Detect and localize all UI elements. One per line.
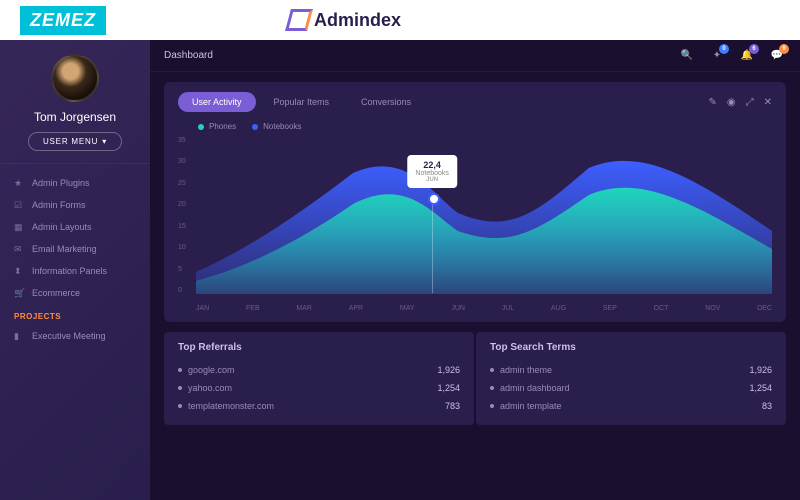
nav-ecommerce[interactable]: 🛒Ecommerce — [0, 282, 150, 304]
chart-icon: ⬍ — [14, 266, 24, 276]
tab-list: User Activity Popular Items Conversions — [178, 92, 425, 112]
chart-legend: Phones Notebooks — [178, 120, 772, 137]
admindex-logo-icon — [286, 9, 308, 31]
projects-section-label: PROJECTS — [0, 304, 150, 325]
search-term-row[interactable]: admin template83 — [490, 397, 772, 415]
top-referrals-panel: Top Referrals google.com1,926 yahoo.com1… — [164, 332, 474, 425]
sidebar: Tom Jorgensen USER MENU ▾ ★Admin Plugins… — [0, 40, 150, 500]
wand-badge: 0 — [719, 44, 729, 54]
legend-notebooks: Notebooks — [252, 122, 301, 131]
chevron-down-icon: ▾ — [102, 137, 107, 146]
topbar: Dashboard 🔍 ✦0 🔔6 💬9 — [150, 40, 800, 72]
drop-icon[interactable]: ◉ — [727, 97, 736, 108]
content: User Activity Popular Items Conversions … — [150, 72, 800, 500]
main: Dashboard 🔍 ✦0 🔔6 💬9 User Activity Popul… — [150, 40, 800, 500]
username: Tom Jorgensen — [10, 110, 140, 124]
top-search-terms-panel: Top Search Terms admin theme1,926 admin … — [476, 332, 786, 425]
profile-block: Tom Jorgensen USER MENU ▾ — [0, 40, 150, 164]
check-icon: ☑ — [14, 200, 24, 210]
brand-bar: ZEMEZ Admindex — [0, 0, 800, 40]
nav-email-marketing[interactable]: ✉Email Marketing — [0, 238, 150, 260]
nav-admin-plugins[interactable]: ★Admin Plugins — [0, 172, 150, 194]
chart-tooltip: 22,4 Notebooks JUN — [407, 155, 456, 188]
app-shell: Tom Jorgensen USER MENU ▾ ★Admin Plugins… — [0, 40, 800, 500]
tab-conversions[interactable]: Conversions — [347, 92, 425, 112]
tab-popular-items[interactable]: Popular Items — [260, 92, 344, 112]
nav-information-panels[interactable]: ⬍Information Panels — [0, 260, 150, 282]
chart: 35302520151050 22, — [196, 137, 772, 312]
dot-icon — [252, 124, 258, 130]
nav: ★Admin Plugins ☑Admin Forms ▦Admin Layou… — [0, 164, 150, 500]
chat-badge: 9 — [779, 44, 789, 54]
page-title: Dashboard — [164, 50, 213, 61]
user-menu-button[interactable]: USER MENU ▾ — [28, 132, 122, 151]
mail-icon: ✉ — [14, 244, 24, 254]
search-icon[interactable]: 🔍 — [678, 47, 696, 65]
bookmark-icon: ▮ — [14, 331, 24, 341]
dot-icon — [198, 124, 204, 130]
product-brand: Admindex — [286, 9, 401, 31]
chat-icon[interactable]: 💬9 — [768, 47, 786, 65]
wand-icon[interactable]: ✦0 — [708, 47, 726, 65]
plot-area: 22,4 Notebooks JUN — [196, 137, 772, 294]
tab-user-activity[interactable]: User Activity — [178, 92, 256, 112]
x-axis: JANFEBMARAPRMAYJUNJULAUGSEPOCTNOVDEC — [196, 305, 772, 312]
topbar-actions: 🔍 ✦0 🔔6 💬9 — [678, 47, 786, 65]
chart-marker — [432, 193, 433, 293]
legend-phones: Phones — [198, 122, 236, 131]
referral-row[interactable]: google.com1,926 — [178, 361, 460, 379]
referrals-title: Top Referrals — [178, 342, 460, 353]
product-name: Admindex — [314, 10, 401, 31]
bottom-row: Top Referrals google.com1,926 yahoo.com1… — [164, 332, 786, 425]
avatar[interactable] — [51, 54, 99, 102]
tabs-row: User Activity Popular Items Conversions … — [178, 92, 772, 112]
activity-card: User Activity Popular Items Conversions … — [164, 82, 786, 322]
search-term-row[interactable]: admin theme1,926 — [490, 361, 772, 379]
expand-icon[interactable]: ⤢ — [746, 97, 754, 108]
area-svg — [196, 137, 772, 294]
nav-admin-layouts[interactable]: ▦Admin Layouts — [0, 216, 150, 238]
close-icon[interactable]: ✕ — [764, 97, 772, 108]
star-icon: ★ — [14, 178, 24, 188]
cart-icon: 🛒 — [14, 288, 24, 298]
search-terms-title: Top Search Terms — [490, 342, 772, 353]
nav-project-executive-meeting[interactable]: ▮Executive Meeting — [0, 325, 150, 347]
referral-row[interactable]: templatemonster.com783 — [178, 397, 460, 415]
bell-icon[interactable]: 🔔6 — [738, 47, 756, 65]
edit-icon[interactable]: ✎ — [708, 97, 716, 108]
nav-admin-forms[interactable]: ☑Admin Forms — [0, 194, 150, 216]
bell-badge: 6 — [749, 44, 759, 54]
grid-icon: ▦ — [14, 222, 24, 232]
zemez-logo: ZEMEZ — [20, 6, 106, 35]
y-axis: 35302520151050 — [178, 137, 186, 294]
search-term-row[interactable]: admin dashboard1,254 — [490, 379, 772, 397]
card-tools: ✎ ◉ ⤢ ✕ — [708, 97, 772, 108]
referral-row[interactable]: yahoo.com1,254 — [178, 379, 460, 397]
